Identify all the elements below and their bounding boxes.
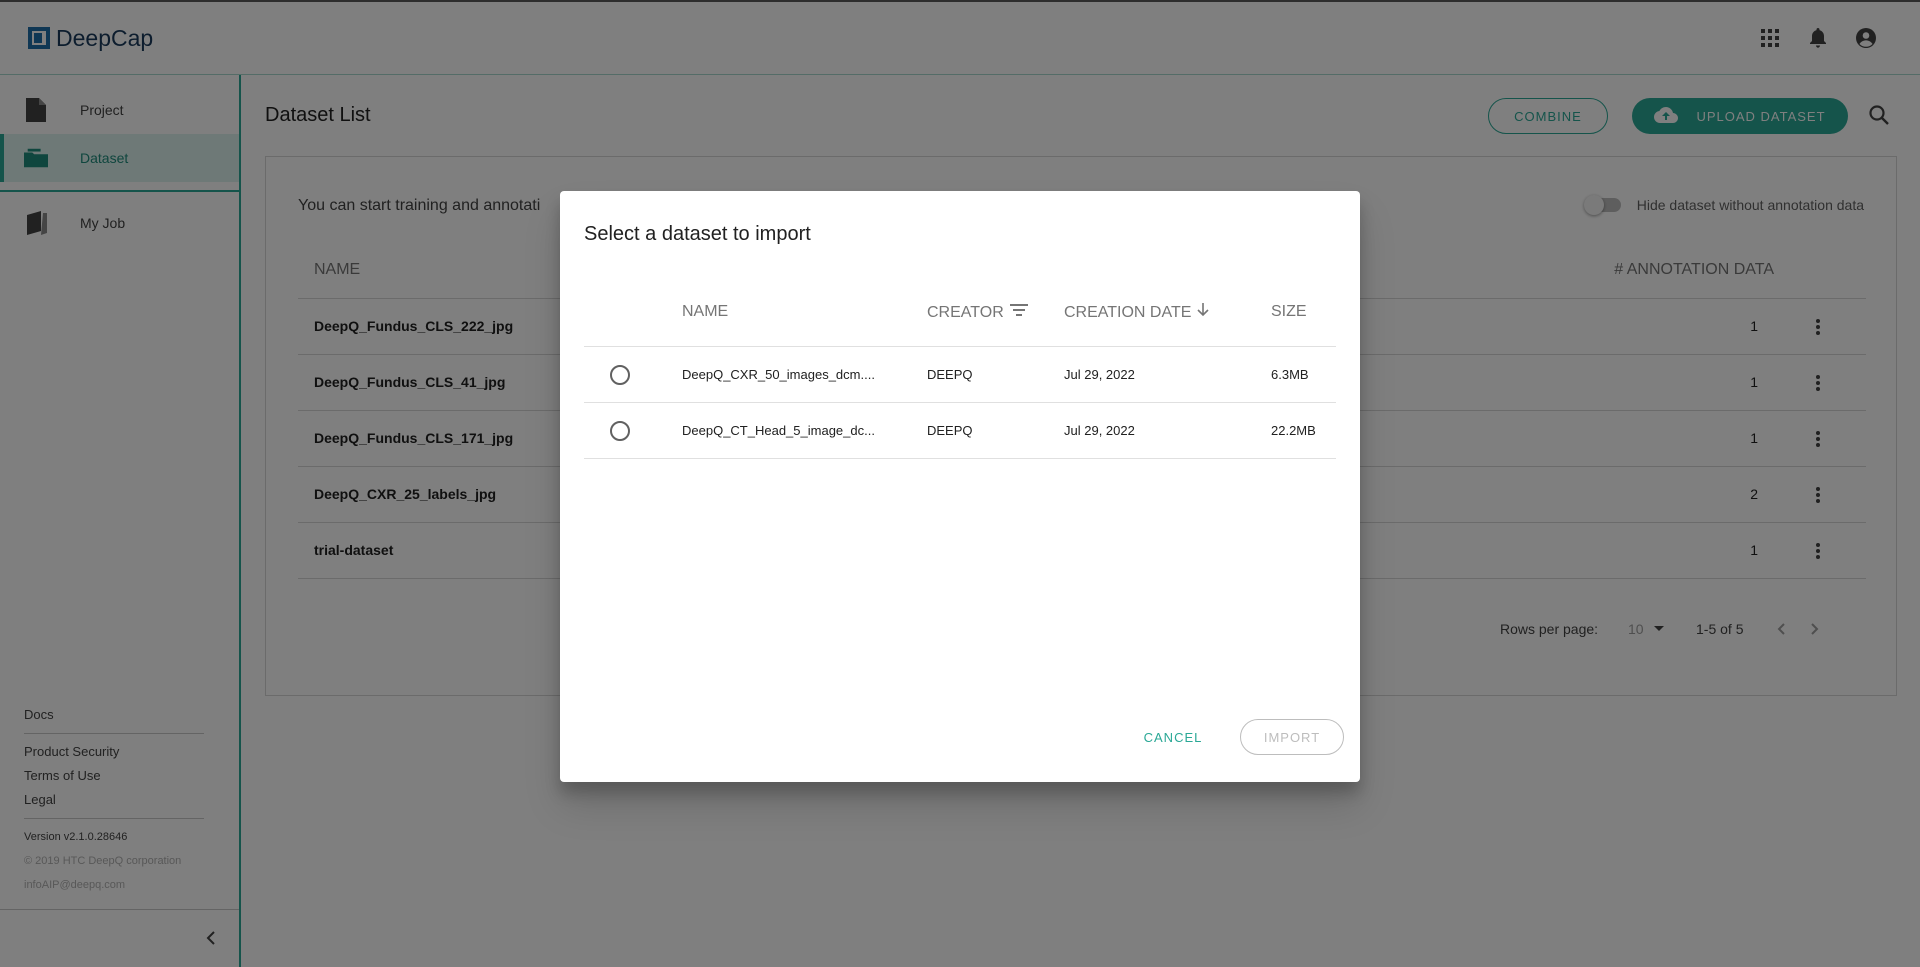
dataset-creator: DEEPQ — [927, 423, 973, 438]
column-header-creator[interactable]: CREATOR — [927, 303, 1028, 322]
dialog-title: Select a dataset to import — [584, 223, 811, 245]
row-radio-button[interactable] — [610, 365, 630, 385]
dataset-size: 22.2MB — [1271, 423, 1316, 438]
column-header-creation-date[interactable]: CREATION DATE — [1064, 303, 1209, 322]
arrow-down-icon[interactable] — [1197, 303, 1209, 322]
import-dataset-dialog: Select a dataset to import NAME CREATOR … — [560, 191, 1360, 782]
column-header-size[interactable]: SIZE — [1271, 303, 1307, 321]
column-header-date-label: CREATION DATE — [1064, 303, 1192, 321]
dataset-name: DeepQ_CT_Head_5_image_dc... — [682, 423, 875, 438]
column-header-creator-label: CREATOR — [927, 303, 1004, 321]
table-row[interactable]: DeepQ_CT_Head_5_image_dc... DEEPQ Jul 29… — [584, 403, 1336, 459]
dialog-table-header: NAME CREATOR CREATION DATE SIZE — [584, 279, 1336, 347]
import-dataset-table: NAME CREATOR CREATION DATE SIZE DeepQ_CX… — [584, 279, 1336, 459]
row-radio-button[interactable] — [610, 421, 630, 441]
import-button[interactable]: IMPORT — [1240, 719, 1344, 755]
dataset-size: 6.3MB — [1271, 367, 1309, 382]
filter-icon[interactable] — [1009, 303, 1028, 322]
dataset-name: DeepQ_CXR_50_images_dcm.... — [682, 367, 875, 382]
dataset-creation-date: Jul 29, 2022 — [1064, 367, 1135, 382]
cancel-button[interactable]: CANCEL — [1130, 719, 1216, 755]
table-row[interactable]: DeepQ_CXR_50_images_dcm.... DEEPQ Jul 29… — [584, 347, 1336, 403]
column-header-name[interactable]: NAME — [682, 303, 728, 321]
dataset-creator: DEEPQ — [927, 367, 973, 382]
dataset-creation-date: Jul 29, 2022 — [1064, 423, 1135, 438]
